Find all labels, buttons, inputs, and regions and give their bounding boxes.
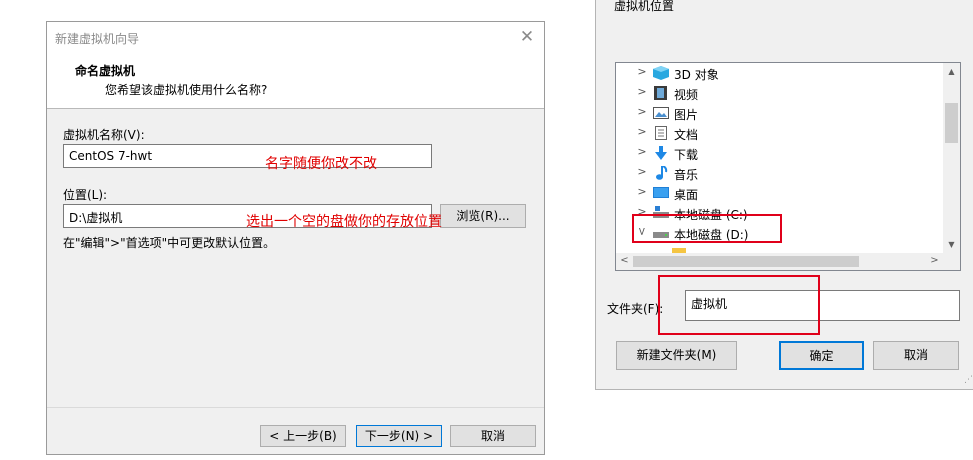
videos-icon [654, 86, 667, 100]
desktop-icon [653, 187, 669, 198]
vertical-scroll-thumb[interactable] [945, 103, 958, 143]
tree-item-music[interactable]: > 音乐 [616, 163, 942, 183]
drive-d-highlight [632, 214, 782, 243]
tree-item-3d-objects[interactable]: > 3D 对象 [616, 63, 942, 83]
tree-item-label: 图片 [674, 108, 699, 122]
next-button[interactable]: 下一步(N) > [356, 425, 442, 447]
tree-item-pictures[interactable]: > 图片 [616, 103, 942, 123]
back-button[interactable]: < 上一步(B) [260, 425, 346, 447]
3d-objects-icon [653, 66, 669, 80]
chevron-right-icon[interactable]: > [636, 125, 648, 138]
horizontal-scrollbar[interactable]: < > [616, 253, 943, 270]
folder-chooser-dialog: 虚拟机位置 > 3D 对象 > 视频 > 图片 > 文档 > 下载 > 音乐 >… [595, 0, 973, 390]
chevron-right-icon[interactable]: > [636, 185, 648, 198]
tree-item-videos[interactable]: > 视频 [616, 83, 942, 103]
location-label: 位置(L): [63, 188, 108, 202]
folder-tree[interactable]: > 3D 对象 > 视频 > 图片 > 文档 > 下载 > 音乐 > 桌面 > … [615, 62, 961, 271]
wizard-titlebar: 新建虚拟机向导 ✕ [47, 22, 544, 53]
default-location-hint: 在"编辑">"首选项"中可更改默认位置。 [63, 236, 276, 250]
footer-divider [47, 407, 544, 408]
tree-item-documents[interactable]: > 文档 [616, 123, 942, 143]
tree-item-label: 音乐 [674, 168, 699, 182]
wizard-header: 命名虚拟机 您希望该虚拟机使用什么名称? [47, 53, 544, 109]
ok-button[interactable]: 确定 [779, 341, 864, 370]
folder-icon [672, 248, 686, 253]
close-icon[interactable]: ✕ [516, 27, 538, 49]
scroll-down-icon[interactable]: ▼ [943, 236, 960, 253]
scroll-up-icon[interactable]: ▲ [943, 63, 960, 80]
documents-icon [655, 126, 667, 140]
new-folder-button[interactable]: 新建文件夹(M) [616, 341, 737, 370]
scroll-right-icon[interactable]: > [926, 253, 943, 270]
tree-item-partial-child[interactable] [616, 243, 942, 253]
wizard-step-subtitle: 您希望该虚拟机使用什么名称? [105, 83, 268, 97]
browse-button[interactable]: 浏览(R)... [440, 204, 526, 228]
chevron-right-icon[interactable]: > [636, 65, 648, 78]
chevron-right-icon[interactable]: > [636, 105, 648, 118]
new-vm-wizard-dialog: 新建虚拟机向导 ✕ 命名虚拟机 您希望该虚拟机使用什么名称? 虚拟机名称(V):… [46, 21, 545, 455]
tree-item-label: 视频 [674, 88, 699, 102]
name-annotation: 名字随便你改不改 [265, 156, 377, 172]
wizard-cancel-button[interactable]: 取消 [450, 425, 536, 447]
pictures-icon [653, 107, 669, 119]
vm-name-label: 虚拟机名称(V): [63, 128, 145, 142]
folder-cancel-button[interactable]: 取消 [873, 341, 959, 370]
resize-grip-icon[interactable]: ⋰ [964, 375, 973, 385]
music-icon [656, 166, 668, 180]
vertical-scrollbar[interactable]: ▲ ▼ [943, 63, 960, 253]
chevron-right-icon[interactable]: > [636, 145, 648, 158]
scroll-left-icon[interactable]: < [616, 253, 633, 270]
tree-item-label: 下载 [674, 148, 699, 162]
horizontal-scroll-thumb[interactable] [633, 256, 859, 267]
folder-label: 文件夹(F): [607, 302, 664, 316]
folder-dialog-title: 虚拟机位置 [614, 0, 675, 13]
downloads-icon [655, 146, 667, 160]
scrollbar-corner [943, 253, 960, 270]
wizard-title: 新建虚拟机向导 [55, 32, 140, 46]
chevron-right-icon[interactable]: > [636, 85, 648, 98]
tree-item-downloads[interactable]: > 下载 [616, 143, 942, 163]
tree-item-label: 文档 [674, 128, 699, 142]
chevron-right-icon[interactable]: > [636, 165, 648, 178]
tree-item-label: 桌面 [674, 188, 699, 202]
folder-input-highlight [658, 275, 820, 335]
location-annotation: 选出一个空的盘做你的存放位置 [246, 214, 442, 230]
tree-item-label: 3D 对象 [674, 68, 719, 82]
tree-item-desktop[interactable]: > 桌面 [616, 183, 942, 203]
wizard-step-title: 命名虚拟机 [75, 64, 136, 78]
